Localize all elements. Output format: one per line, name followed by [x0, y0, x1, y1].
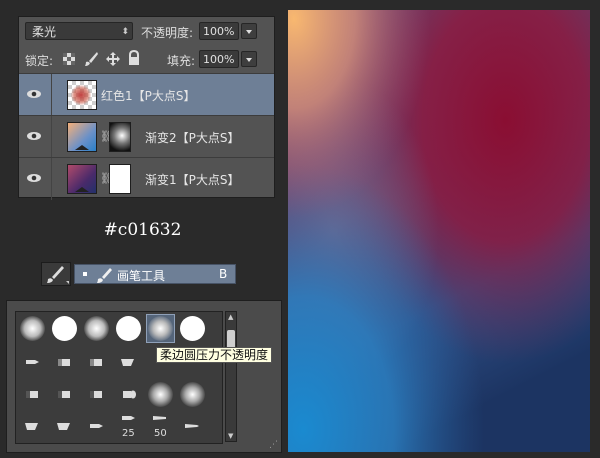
brush-icon — [47, 266, 69, 284]
brush-tip[interactable] — [18, 412, 47, 441]
opacity-label: 不透明度: — [141, 26, 194, 40]
gradient-canvas — [288, 10, 590, 452]
blend-mode-value: 柔光 — [32, 25, 57, 39]
brush-icon — [97, 268, 112, 283]
tool-name: 画笔工具 — [117, 269, 166, 283]
lock-transparency-icon[interactable] — [62, 52, 76, 66]
fill-label: 填充: — [167, 54, 196, 68]
opacity-dropdown-button[interactable] — [241, 23, 257, 39]
layer-thumbnail — [67, 80, 97, 110]
brush-scrollbar[interactable]: ▲ ▼ — [225, 311, 237, 442]
brush-tip[interactable] — [50, 412, 79, 441]
tool-shortcut: B — [219, 267, 228, 281]
layer-thumbnail — [67, 122, 97, 152]
fill-input[interactable]: 100% — [199, 50, 239, 68]
scroll-down-icon[interactable]: ▼ — [228, 432, 233, 440]
layer-row-red1[interactable]: 红色1【P大点S】 — [19, 73, 274, 116]
brush-size-label: 50 — [154, 428, 167, 439]
brush-tooltip: 柔边圆压力不透明度 — [156, 347, 273, 363]
color-hex-note: #c01632 — [103, 220, 182, 240]
fill-dropdown-button[interactable] — [241, 51, 257, 67]
layer-thumbnail — [67, 164, 97, 194]
layer-name: 渐变1【P大点S】 — [145, 173, 240, 187]
brush-tip[interactable] — [82, 380, 111, 409]
brush-tip[interactable] — [82, 348, 111, 377]
layers-panel: 柔光 ⬍ 不透明度: 100% 锁定: 填充: 100% 红色1【P大点S】 ⛓… — [18, 16, 275, 200]
fill-value: 100% — [203, 53, 235, 66]
layer-mask-thumbnail[interactable] — [109, 122, 131, 152]
layer-row-gradient1[interactable]: ⛓ 渐变1【P大点S】 — [19, 157, 274, 200]
brush-tool-menu-item[interactable]: 画笔工具 B — [74, 264, 236, 284]
scroll-up-icon[interactable]: ▲ — [228, 313, 233, 321]
brush-tip[interactable] — [50, 380, 79, 409]
layer-mask-thumbnail[interactable] — [109, 164, 131, 194]
link-icon[interactable]: ⛓ — [100, 130, 114, 144]
brush-hard-round[interactable] — [114, 314, 143, 343]
updown-icon: ⬍ — [121, 27, 129, 37]
canvas-preview — [288, 10, 590, 452]
layer-name: 红色1【P大点S】 — [101, 89, 196, 103]
brush-tip[interactable] — [114, 348, 143, 377]
brush-tip[interactable] — [114, 380, 143, 409]
lock-all-icon[interactable] — [127, 50, 141, 66]
brush-tip-25[interactable]: 25 — [114, 410, 143, 439]
brush-tip[interactable] — [50, 348, 79, 377]
brush-grid: 25 50 — [15, 311, 223, 444]
brush-hard-round[interactable] — [50, 314, 79, 343]
selected-dot-icon — [83, 272, 87, 276]
brush-soft-round[interactable] — [82, 314, 111, 343]
brush-soft-round[interactable] — [178, 380, 207, 409]
brush-preset-picker: 25 50 ▲ ▼ ⋰ — [6, 300, 282, 453]
opacity-value: 100% — [203, 25, 235, 38]
brush-size-label: 25 — [122, 428, 135, 439]
eye-icon[interactable] — [26, 86, 42, 102]
eye-icon[interactable] — [26, 170, 42, 186]
brush-soft-round-pressure-selected[interactable] — [146, 314, 175, 343]
brush-tip[interactable] — [178, 412, 207, 441]
brush-tip-50[interactable]: 50 — [146, 410, 175, 439]
lock-position-icon[interactable] — [105, 51, 121, 67]
brush-soft-round[interactable] — [18, 314, 47, 343]
resize-grip-icon[interactable]: ⋰ — [269, 440, 278, 450]
brush-tip[interactable] — [82, 412, 111, 441]
layer-row-gradient2[interactable]: ⛓ 渐变2【P大点S】 — [19, 115, 274, 158]
eye-icon[interactable] — [26, 128, 42, 144]
layer-name: 渐变2【P大点S】 — [145, 131, 240, 145]
lock-pixels-icon[interactable] — [83, 51, 99, 67]
link-icon[interactable]: ⛓ — [100, 172, 114, 186]
brush-hard-round[interactable] — [178, 314, 207, 343]
opacity-input[interactable]: 100% — [199, 22, 239, 40]
brush-tip[interactable] — [18, 380, 47, 409]
brush-tool-tile[interactable] — [41, 262, 71, 286]
brush-soft-round[interactable] — [146, 380, 175, 409]
lock-label: 锁定: — [25, 54, 54, 68]
blend-mode-dropdown[interactable]: 柔光 ⬍ — [25, 22, 133, 40]
brush-tip[interactable] — [18, 348, 47, 377]
